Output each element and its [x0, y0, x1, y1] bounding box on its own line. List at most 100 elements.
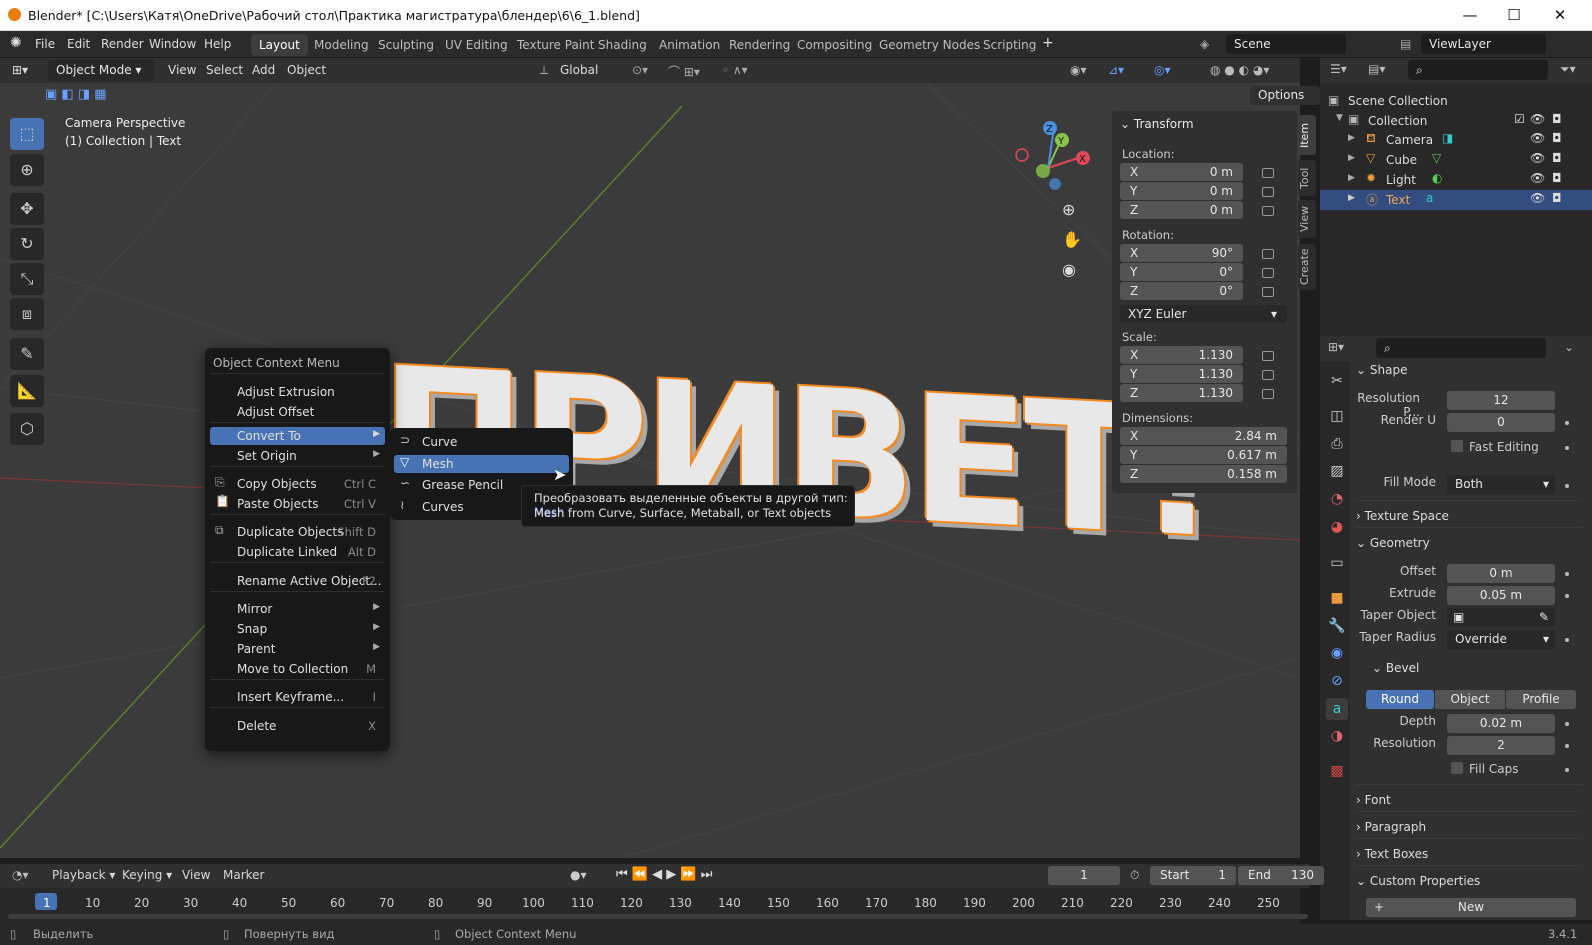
auto-keying-icon[interactable]: ●▾	[570, 868, 587, 882]
playback-controls[interactable]: ⏮ ⏪ ◀ ▶ ⏩ ⏭	[616, 867, 712, 882]
timeline-menu-playback[interactable]: Playback ▾	[52, 868, 115, 882]
paragraph-section-header[interactable]: › Paragraph	[1356, 820, 1426, 834]
outliner-row-light[interactable]: ▶ ✹ Light ◐ 👁 ◘	[1320, 170, 1592, 190]
camera-view-icon[interactable]: ◉	[1062, 260, 1076, 279]
object-mode-dropdown[interactable]: Object Mode ▾	[48, 60, 154, 81]
pivot-icon[interactable]: ⊙▾	[632, 63, 648, 77]
fill-mode-dropdown[interactable]: Both ▾	[1447, 475, 1555, 494]
bevel-mode-object[interactable]: Object	[1435, 690, 1505, 709]
camera-render-icon[interactable]: ◘	[1552, 171, 1562, 185]
annotate-tool[interactable]: ✎	[10, 338, 44, 370]
eye-icon[interactable]: 👁	[1530, 191, 1545, 205]
tab-texture-paint[interactable]: Texture Paint	[509, 34, 602, 56]
snap-icon[interactable]: ⌒ ⊞▾	[668, 63, 700, 80]
viewport-menu-add[interactable]: Add	[252, 63, 275, 77]
texture-space-section-header[interactable]: › Texture Space	[1356, 509, 1449, 523]
camera-render-icon[interactable]: ◘	[1552, 112, 1562, 126]
maximize-button[interactable]: ☐	[1494, 4, 1534, 26]
menu-item-delete[interactable]: Delete	[237, 719, 276, 733]
submenu-item-curve[interactable]: Curve	[422, 435, 457, 449]
rotation-mode-dropdown[interactable]: XYZ Euler ▾	[1120, 305, 1287, 323]
keyframe-dot-icon[interactable]	[1565, 572, 1569, 576]
fill-caps-checkbox[interactable]	[1451, 762, 1463, 774]
timeline-menu-marker[interactable]: Marker	[223, 868, 264, 882]
tool-tab-icon[interactable]: ✂	[1326, 370, 1348, 392]
lock-icon[interactable]	[1262, 351, 1274, 361]
scale-tool[interactable]: ⤡	[10, 263, 44, 295]
pan-hand-icon[interactable]: ✋	[1062, 230, 1082, 249]
lock-icon[interactable]	[1262, 249, 1274, 259]
viewport-menu-object[interactable]: Object	[287, 63, 326, 77]
eye-icon[interactable]: 👁	[1530, 131, 1545, 145]
keyframe-dot-icon[interactable]	[1565, 421, 1569, 425]
menu-file[interactable]: File	[35, 37, 55, 51]
editor-type-icon[interactable]: ⊞▾	[12, 63, 28, 77]
camera-render-icon[interactable]: ◘	[1552, 131, 1562, 145]
navigation-gizmo[interactable]: X Y Z	[1010, 118, 1100, 208]
render-u-field[interactable]: 0	[1447, 413, 1555, 432]
measure-tool[interactable]: 📐	[10, 375, 44, 407]
extrude-field[interactable]: 0.05 m	[1447, 586, 1555, 605]
tab-view[interactable]: View	[1298, 200, 1316, 238]
cursor-tool[interactable]: ⊕	[10, 154, 44, 186]
zoom-icon[interactable]: ⊕	[1062, 200, 1075, 219]
overlay-toggle-icon[interactable]: ◎▾	[1154, 63, 1171, 77]
tab-modeling[interactable]: Modeling	[306, 34, 377, 56]
pin-icon[interactable]: ⌄	[1564, 340, 1574, 354]
submenu-item-grease-pencil[interactable]: Grease Pencil	[422, 478, 503, 492]
tab-shading[interactable]: Shading	[590, 34, 655, 56]
outliner-editor-icon[interactable]: ☰▾	[1330, 62, 1347, 76]
scene-field[interactable]: Scene	[1226, 34, 1346, 54]
menu-item-convert-to[interactable]: Convert To	[237, 429, 301, 443]
menu-render[interactable]: Render	[101, 37, 144, 51]
menu-item-move-to-collection[interactable]: Move to Collection	[237, 662, 348, 676]
lock-icon[interactable]	[1262, 389, 1274, 399]
scene-tab-icon[interactable]: ◔	[1326, 488, 1348, 510]
dimensions-z-field[interactable]: Z 0.158 m	[1120, 465, 1287, 483]
fast-editing-checkbox[interactable]	[1451, 440, 1463, 452]
physics-tab-icon[interactable]: ◉	[1326, 642, 1348, 664]
world-tab-icon[interactable]: ◕	[1326, 516, 1348, 538]
transform-header[interactable]: ⌄ Transform	[1120, 117, 1194, 131]
dimensions-y-field[interactable]: Y 0.617 m	[1120, 446, 1287, 464]
properties-editor-icon[interactable]: ⊞▾	[1328, 340, 1344, 354]
camera-render-icon[interactable]: ◘	[1552, 191, 1562, 205]
menu-item-paste-objects[interactable]: Paste Objects	[237, 497, 319, 511]
lock-icon[interactable]	[1262, 168, 1274, 178]
expand-icon[interactable]: ▶	[1348, 153, 1355, 163]
expand-icon[interactable]: ▶	[1348, 173, 1355, 183]
keyframe-dot-icon[interactable]	[1565, 446, 1569, 450]
bevel-mode-round[interactable]: Round	[1366, 690, 1434, 709]
taper-radius-dropdown[interactable]: Override ▾	[1447, 630, 1555, 649]
scale-y-field[interactable]: Y 1.130	[1120, 365, 1243, 383]
collection-label[interactable]: Collection	[1368, 114, 1427, 128]
timeline-menu-view[interactable]: View	[182, 868, 210, 882]
menu-item-set-origin[interactable]: Set Origin	[237, 449, 297, 463]
tab-animation[interactable]: Animation	[651, 34, 728, 56]
keyframe-dot-icon[interactable]	[1565, 744, 1569, 748]
3d-viewport[interactable]: ПРИВЕТ! Camera Perspective (1) Collectio…	[0, 58, 1300, 858]
menu-item-rename-active-object[interactable]: Rename Active Object...	[237, 574, 382, 588]
tab-uv-editing[interactable]: UV Editing	[437, 34, 516, 56]
tab-layout[interactable]: Layout	[251, 34, 308, 56]
outliner-row-text[interactable]: ▶ ⓐ Text a 👁 ◘	[1320, 190, 1592, 210]
location-x-field[interactable]: X0 m	[1120, 163, 1243, 181]
tab-compositing[interactable]: Compositing	[789, 34, 880, 56]
texture-tab-icon[interactable]: ▩	[1326, 760, 1348, 782]
tab-item[interactable]: Item	[1298, 115, 1316, 155]
close-button[interactable]: ✕	[1540, 4, 1580, 26]
taper-object-field[interactable]: ▣ ✎	[1447, 608, 1555, 627]
timeline-menu-keying[interactable]: Keying ▾	[122, 868, 172, 882]
menu-item-duplicate-objects[interactable]: Duplicate Objects	[237, 525, 343, 539]
expand-icon[interactable]: ▶	[1348, 193, 1355, 203]
eye-icon[interactable]: 👁	[1530, 112, 1545, 126]
menu-item-duplicate-linked[interactable]: Duplicate Linked	[237, 545, 337, 559]
custom-properties-section-header[interactable]: ⌄ Custom Properties	[1356, 874, 1480, 888]
shading-modes-icon[interactable]: ◍ ● ◐ ◕▾	[1210, 63, 1269, 77]
outliner-search-input[interactable]: ⌕	[1408, 60, 1548, 80]
start-frame-field[interactable]: Start 1	[1150, 866, 1236, 885]
viewport-menu-select[interactable]: Select	[206, 63, 243, 77]
bevel-mode-profile[interactable]: Profile	[1506, 690, 1576, 709]
rotation-y-field[interactable]: Y 0°	[1120, 263, 1243, 281]
shape-section-header[interactable]: ⌄ Shape	[1356, 363, 1407, 377]
